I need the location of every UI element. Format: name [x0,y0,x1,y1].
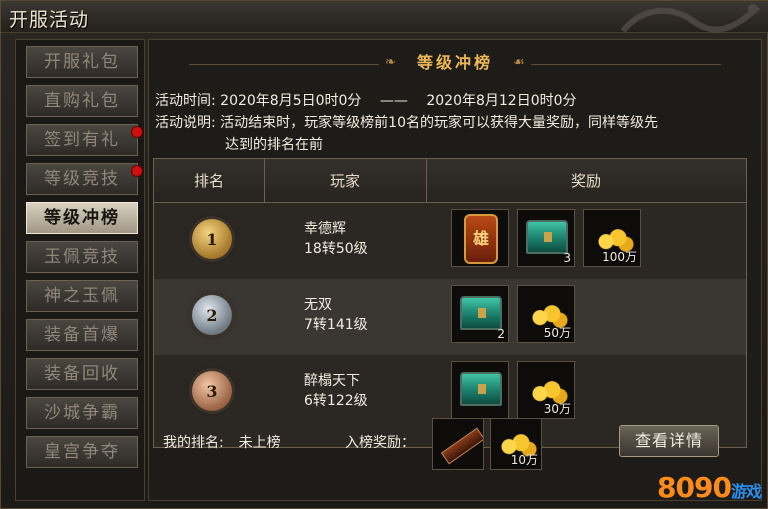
sidebar-item-divine-jade[interactable]: 神之玉佩 [26,280,138,312]
item-count: 30万 [543,402,571,416]
table-row: 2 无双 7转141级 2 50万 [154,279,746,355]
my-rank: 我的排名: 未上榜 [163,432,281,452]
reward-slot[interactable]: 100万 [583,209,641,267]
header-player: 玩家 [329,172,360,190]
item-count: 3 [563,251,571,265]
player-name: 醉榻天下 [304,373,360,389]
jade-chest-icon [460,372,502,406]
view-details-button[interactable]: 查看详情 [619,425,719,457]
event-time: 活动时间: 2020年8月5日0时0分 —— 2020年8月12日0时0分 [155,93,577,109]
sidebar-item-sign-in[interactable]: 签到有礼 [26,124,143,156]
notification-dot-icon [131,165,143,177]
sidebar-item-level-ranking[interactable]: 等级冲榜 [26,202,138,234]
reward-slot[interactable] [451,361,509,419]
divider [189,64,379,65]
table-header: 排名 玩家 奖励 [154,159,746,203]
panel-header: ❧ 等级冲榜 ☙ [149,46,761,80]
rank-medal-silver-icon: 2 [192,295,232,335]
rank-medal-gold-icon: 1 [192,219,232,259]
site-watermark: 8090游戏 [657,471,762,504]
sidebar-item-opening-pack[interactable]: 开服礼包 [26,46,138,78]
reward-slot[interactable] [432,418,484,470]
item-count: 100万 [602,250,637,264]
notification-dot-icon [131,126,143,138]
item-count: 2 [497,327,505,341]
reward-slot[interactable]: 3 [517,209,575,267]
player-name: 无双 [304,297,332,313]
divider [531,64,721,65]
event-description-cont: 达到的排名在前 [225,137,323,153]
event-description: 活动说明: 活动结束时，玩家等级榜前10名的玩家可以获得大量奖励，同样等级先 [155,115,658,131]
jade-chest-icon [460,296,502,330]
event-window: 开服活动 开服礼包 直购礼包 签到有礼 等级竞技 等级冲榜 玉佩竞技 神之玉佩 … [0,0,768,509]
scroll-icon [440,427,483,465]
rank-medal-bronze-icon: 3 [192,371,232,411]
window-title: 开服活动 [9,9,90,31]
reward-slot[interactable]: 30万 [517,361,575,419]
player-level: 7转141级 [304,317,368,333]
sidebar-item-palace-battle[interactable]: 皇宫争夺 [26,436,138,468]
title-badge-icon: 雄 [464,214,498,264]
header-rank: 排名 [193,172,224,190]
reward-slot[interactable]: 50万 [517,285,575,343]
reward-slot[interactable]: 雄 [451,209,509,267]
sidebar-item-direct-purchase[interactable]: 直购礼包 [26,85,138,117]
item-count: 10万 [510,453,538,467]
sidebar: 开服礼包 直购礼包 签到有礼 等级竞技 等级冲榜 玉佩竞技 神之玉佩 装备首爆 … [15,39,145,501]
player-name: 幸德辉 [304,221,346,237]
header-reward: 奖励 [570,172,601,190]
sidebar-item-jade-contest[interactable]: 玉佩竞技 [26,241,138,273]
panel-title: 等级冲榜 [416,53,493,72]
ornament-icon: ☙ [513,55,525,70]
item-count: 50万 [543,326,571,340]
main-panel: ❧ 等级冲榜 ☙ 活动时间: 2020年8月5日0时0分 —— 2020年8月1… [148,39,762,501]
reward-slot[interactable]: 10万 [490,418,542,470]
ranking-table: 排名 玩家 奖励 1 幸德辉 18转50级 雄 3 100万 2 无双 7转14… [153,158,747,448]
entry-reward-label: 入榜奖励： [345,435,415,451]
my-rank-label: 我的排名: [163,435,224,451]
player-level: 6转122级 [304,393,368,409]
table-row: 1 幸德辉 18转50级 雄 3 100万 [154,203,746,279]
player-info: 醉榻天下 6转122级 [304,371,368,411]
sidebar-item-equip-recycle[interactable]: 装备回收 [26,358,138,390]
reward-slot[interactable]: 2 [451,285,509,343]
player-info: 幸德辉 18转50级 [304,219,368,259]
my-rank-value: 未上榜 [238,435,281,451]
sidebar-item-equip-first-drop[interactable]: 装备首爆 [26,319,138,351]
player-info: 无双 7转141级 [304,295,368,335]
player-level: 18转50级 [304,241,368,257]
dragon-ornament-icon [613,1,763,41]
jade-chest-icon [526,220,568,254]
sidebar-item-level-contest[interactable]: 等级竞技 [26,163,143,195]
sidebar-item-sand-city[interactable]: 沙城争霸 [26,397,138,429]
title-bar: 开服活动 [1,1,768,33]
